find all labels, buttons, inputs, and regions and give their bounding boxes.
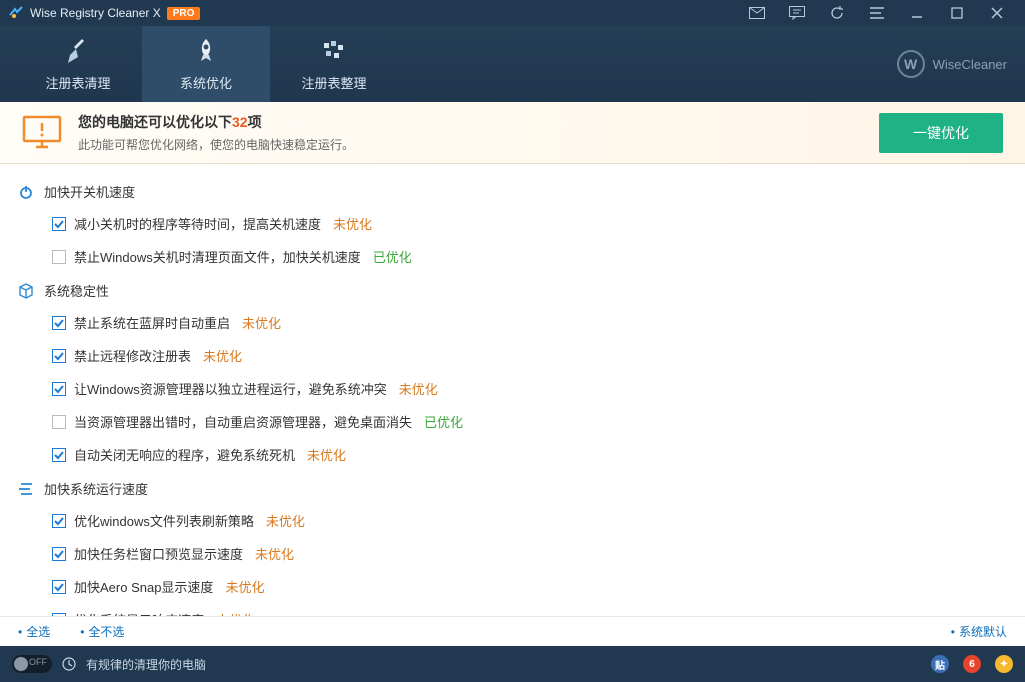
item-status: 未优化	[255, 544, 294, 563]
optimize-item: 减小关机时的程序等待时间，提高关机速度未优化	[18, 207, 1025, 240]
footer-links: •全选 •全不选 •系统默认	[0, 616, 1025, 646]
feedback-icon[interactable]	[777, 0, 817, 26]
select-all-link[interactable]: 全选	[26, 623, 50, 640]
item-status: 未优化	[399, 379, 438, 398]
warning-monitor-icon	[22, 115, 62, 151]
social-tieba-icon[interactable]: 贴	[931, 655, 949, 673]
group-header[interactable]: 加快开关机速度	[18, 174, 1025, 207]
group-header[interactable]: 加快系统运行速度	[18, 471, 1025, 504]
item-text: 自动关闭无响应的程序，避免系统死机	[74, 445, 295, 464]
social-weibo-icon[interactable]: 6	[963, 655, 981, 673]
clock-icon	[62, 657, 76, 671]
app-title: Wise Registry Cleaner X	[30, 6, 161, 20]
schedule-toggle[interactable]: OFF	[12, 655, 52, 673]
item-text: 减小关机时的程序等待时间，提高关机速度	[74, 214, 321, 233]
item-checkbox[interactable]	[52, 349, 66, 363]
brand[interactable]: W WiseCleaner	[897, 50, 1007, 78]
optimize-item: 让Windows资源管理器以独立进程运行，避免系统冲突未优化	[18, 372, 1025, 405]
item-checkbox[interactable]	[52, 613, 66, 617]
item-text: 禁止Windows关机时清理页面文件，加快关机速度	[74, 247, 361, 266]
item-status: 已优化	[373, 247, 412, 266]
banner-subtext: 此功能可帮您优化网络，使您的电脑快速稳定运行。	[78, 136, 863, 153]
item-text: 让Windows资源管理器以独立进程运行，避免系统冲突	[74, 379, 387, 398]
maximize-icon[interactable]	[937, 0, 977, 26]
item-status: 已优化	[424, 412, 463, 431]
banner-heading: 您的电脑还可以优化以下32项	[78, 112, 863, 132]
rocket-icon	[192, 37, 220, 65]
optimize-item: 加快Aero Snap显示速度未优化	[18, 570, 1025, 603]
item-status: 未优化	[203, 346, 242, 365]
tab-registry-defrag[interactable]: 注册表整理	[270, 26, 398, 102]
optimize-button[interactable]: 一键优化	[879, 113, 1003, 153]
nav-bar: 注册表清理 系统优化 注册表整理 W WiseCleaner	[0, 26, 1025, 102]
optimize-item: 禁止系统在蓝屏时自动重启未优化	[18, 306, 1025, 339]
optimize-item: 禁止Windows关机时清理页面文件，加快关机速度已优化	[18, 240, 1025, 273]
schedule-text: 有规律的清理你的电脑	[86, 656, 206, 673]
item-status: 未优化	[225, 577, 264, 596]
optimize-item: 当资源管理器出错时，自动重启资源管理器，避免桌面消失已优化	[18, 405, 1025, 438]
item-checkbox[interactable]	[52, 547, 66, 561]
item-status: 未优化	[216, 610, 255, 616]
item-checkbox[interactable]	[52, 580, 66, 594]
item-text: 加快Aero Snap显示速度	[74, 577, 213, 596]
broom-icon	[64, 37, 92, 65]
menu-icon[interactable]	[857, 0, 897, 26]
item-checkbox[interactable]	[52, 382, 66, 396]
mail-icon[interactable]	[737, 0, 777, 26]
notice-banner: 您的电脑还可以优化以下32项 此功能可帮您优化网络，使您的电脑快速稳定运行。 一…	[0, 102, 1025, 164]
item-text: 禁止远程修改注册表	[74, 346, 191, 365]
item-status: 未优化	[242, 313, 281, 332]
item-checkbox[interactable]	[52, 250, 66, 264]
select-none-link[interactable]: 全不选	[88, 623, 124, 640]
item-text: 优化windows文件列表刷新策略	[74, 511, 254, 530]
defaults-link[interactable]: 系统默认	[959, 625, 1007, 639]
item-status: 未优化	[333, 214, 372, 233]
optimize-item: 优化windows文件列表刷新策略未优化	[18, 504, 1025, 537]
social-misc-icon[interactable]: ✦	[995, 655, 1013, 673]
group-header[interactable]: 系统稳定性	[18, 273, 1025, 306]
item-status: 未优化	[307, 445, 346, 464]
item-checkbox[interactable]	[52, 514, 66, 528]
item-text: 优化系统显示响应速度	[74, 610, 204, 616]
status-bar: OFF 有规律的清理你的电脑 贴 6 ✦	[0, 646, 1025, 682]
tab-label: 注册表整理	[301, 73, 366, 92]
close-icon[interactable]	[977, 0, 1017, 26]
item-checkbox[interactable]	[52, 316, 66, 330]
optimize-item: 优化系统显示响应速度 未优化	[18, 603, 1025, 616]
group-title: 系统稳定性	[44, 281, 109, 300]
refresh-icon[interactable]	[817, 0, 857, 26]
minimize-icon[interactable]	[897, 0, 937, 26]
item-checkbox[interactable]	[52, 415, 66, 429]
item-text: 加快任务栏窗口预览显示速度	[74, 544, 243, 563]
group-title: 加快系统运行速度	[44, 479, 148, 498]
optimize-count: 32	[232, 114, 248, 130]
app-icon	[8, 5, 24, 21]
pro-badge: PRO	[167, 7, 201, 20]
tab-label: 系统优化	[180, 73, 232, 92]
item-checkbox[interactable]	[52, 448, 66, 462]
item-text: 当资源管理器出错时，自动重启资源管理器，避免桌面消失	[74, 412, 412, 431]
optimize-item: 自动关闭无响应的程序，避免系统死机未优化	[18, 438, 1025, 471]
tab-system-optimize[interactable]: 系统优化	[142, 26, 270, 102]
tab-label: 注册表清理	[45, 73, 110, 92]
group-title: 加快开关机速度	[44, 182, 135, 201]
item-status: 未优化	[266, 511, 305, 530]
optimize-list[interactable]: 加快开关机速度减小关机时的程序等待时间，提高关机速度未优化禁止Windows关机…	[0, 164, 1025, 616]
optimize-item: 禁止远程修改注册表未优化	[18, 339, 1025, 372]
brand-text: WiseCleaner	[933, 57, 1007, 72]
optimize-item: 加快任务栏窗口预览显示速度未优化	[18, 537, 1025, 570]
item-checkbox[interactable]	[52, 217, 66, 231]
tab-registry-clean[interactable]: 注册表清理	[14, 26, 142, 102]
defrag-icon	[320, 37, 348, 65]
item-text: 禁止系统在蓝屏时自动重启	[74, 313, 230, 332]
title-bar: Wise Registry Cleaner X PRO	[0, 0, 1025, 26]
brand-logo-icon: W	[897, 50, 925, 78]
